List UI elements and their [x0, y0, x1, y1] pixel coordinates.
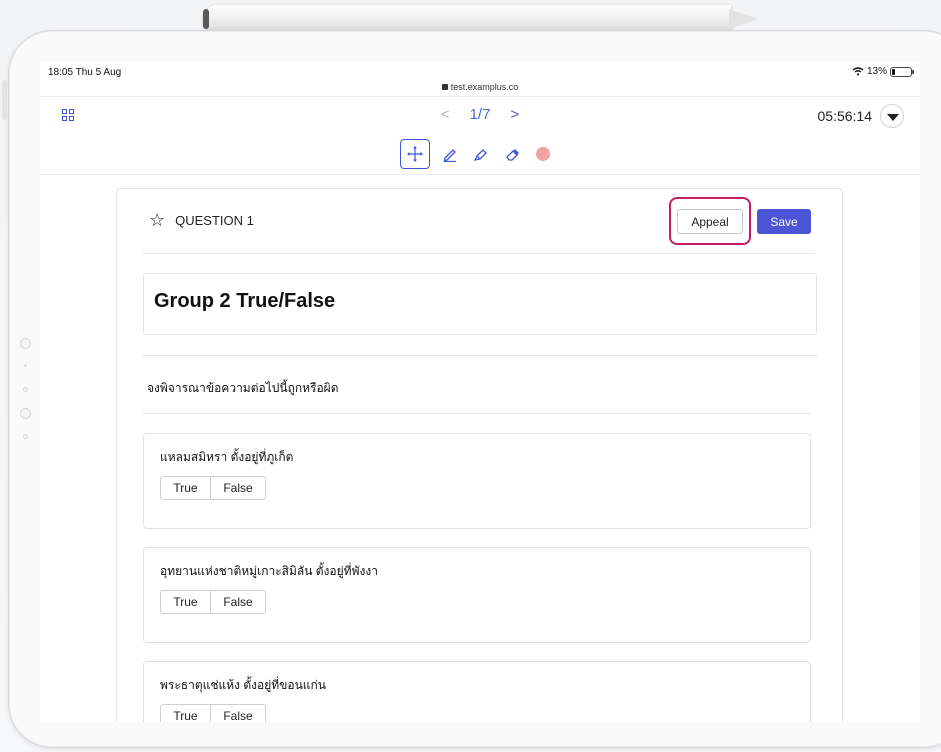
- statement-text: อุทยานแห่งชาติหมู่เกาะสิมิลัน ตั้งอยู่ที…: [160, 564, 378, 578]
- prev-page-button[interactable]: <: [441, 106, 450, 123]
- true-button[interactable]: True: [160, 590, 211, 614]
- address-bar[interactable]: test.examplus.co: [40, 82, 920, 92]
- group-title-box: Group 2 True/False: [143, 273, 817, 335]
- list-item: พระธาตุแช่แห้ง ตั้งอยู่ที่ขอนแก่น True F…: [143, 661, 811, 722]
- tablet-screen: 18:05 Thu 5 Aug 13% test.examplus.co <1/…: [40, 62, 920, 722]
- pen-icon[interactable]: [439, 143, 461, 165]
- statement-text: แหลมสมิหรา ตั้งอยู่ที่ภูเก็ต: [160, 450, 294, 464]
- eraser-icon[interactable]: [501, 143, 523, 165]
- next-page-button[interactable]: >: [510, 106, 519, 123]
- status-bar: 18:05 Thu 5 Aug 13%: [40, 62, 920, 82]
- appeal-button[interactable]: Appeal: [677, 209, 743, 234]
- true-button[interactable]: True: [160, 476, 211, 500]
- battery-icon: [890, 66, 914, 77]
- highlighter-icon[interactable]: [470, 143, 492, 165]
- move-icon[interactable]: [400, 139, 430, 169]
- lock-icon: [441, 84, 448, 90]
- stage: 18:05 Thu 5 Aug 13% test.examplus.co <1/…: [0, 0, 941, 752]
- instruction-text: จงพิจารณาข้อความต่อไปนี้ถูกหรือผิด: [147, 381, 339, 395]
- countdown-timer: 05:56:14: [817, 108, 873, 124]
- status-right: 13%: [852, 66, 914, 77]
- question-pager: <1/7 >: [40, 106, 920, 123]
- group-title: Group 2 True/False: [154, 290, 336, 312]
- status-time: 18:05 Thu 5 Aug: [48, 67, 122, 78]
- list-item: แหลมสมิหรา ตั้งอยู่ที่ภูเก็ต True False: [143, 433, 811, 529]
- battery-percent: 13%: [866, 66, 887, 77]
- false-button[interactable]: False: [211, 704, 266, 722]
- list-item: อุทยานแห่งชาติหมู่เกาะสิมิลัน ตั้งอยู่ที…: [143, 547, 811, 643]
- url-text: test.examplus.co: [450, 82, 519, 92]
- annotation-toolbar: [400, 138, 554, 170]
- question-header: ☆ QUESTION 1: [149, 211, 254, 229]
- color-swatch[interactable]: [532, 143, 554, 165]
- question-label: QUESTION 1: [175, 212, 254, 228]
- wifi-icon: [852, 67, 864, 76]
- question-card: ☆ QUESTION 1 Appeal Save Group 2 True/Fa…: [116, 188, 843, 722]
- tablet-side-button: [2, 80, 7, 120]
- false-button[interactable]: False: [211, 476, 266, 500]
- apple-pencil: [203, 5, 759, 33]
- save-button[interactable]: Save: [757, 209, 811, 234]
- star-icon[interactable]: ☆: [149, 211, 165, 229]
- statement-text: พระธาตุแช่แห้ง ตั้งอยู่ที่ขอนแก่น: [160, 678, 326, 692]
- page-indicator: 1/7: [469, 106, 491, 123]
- appeal-highlight: Appeal: [669, 197, 751, 245]
- true-button[interactable]: True: [160, 704, 211, 722]
- true-false-toggle: True False: [160, 476, 266, 500]
- false-button[interactable]: False: [211, 590, 266, 614]
- true-false-toggle: True False: [160, 704, 266, 722]
- true-false-toggle: True False: [160, 590, 266, 614]
- chevron-down-icon[interactable]: [880, 104, 904, 128]
